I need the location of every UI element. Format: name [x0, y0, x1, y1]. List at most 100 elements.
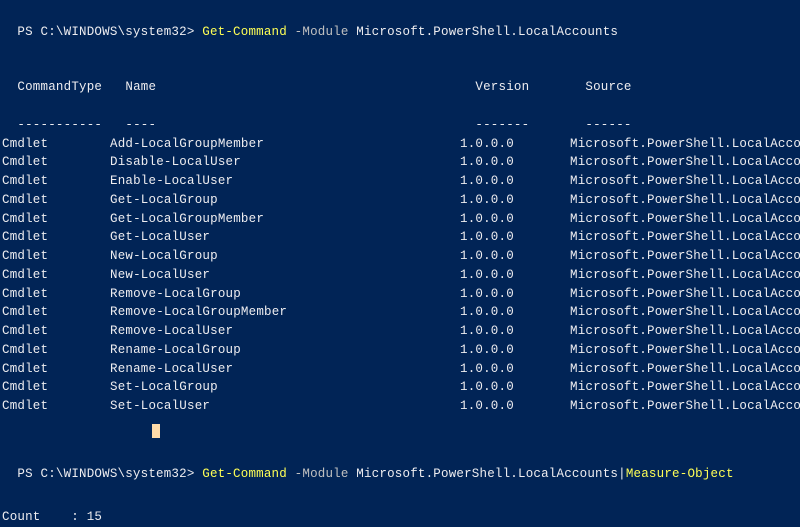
cell-version: 1.0.0.0: [460, 285, 570, 304]
cell-name: Add-LocalGroupMember: [110, 135, 460, 154]
table-row: CmdletRemove-LocalUser1.0.0.0Microsoft.P…: [2, 322, 798, 341]
prompt-path: PS C:\WINDOWS\system32>: [17, 25, 202, 39]
cell-commandtype: Cmdlet: [2, 360, 110, 379]
cell-version: 1.0.0.0: [460, 135, 570, 154]
cell-commandtype: Cmdlet: [2, 247, 110, 266]
cell-commandtype: Cmdlet: [2, 303, 110, 322]
cell-version: 1.0.0.0: [460, 322, 570, 341]
table-row: CmdletNew-LocalUser1.0.0.0Microsoft.Powe…: [2, 266, 798, 285]
table-row: CmdletSet-LocalUser1.0.0.0Microsoft.Powe…: [2, 397, 798, 416]
table-row: CmdletRemove-LocalGroupMember1.0.0.0Micr…: [2, 303, 798, 322]
cell-source: Microsoft.PowerShell.LocalAccounts: [570, 266, 800, 285]
cell-source: Microsoft.PowerShell.LocalAccounts: [570, 303, 800, 322]
table-row: CmdletGet-LocalGroupMember1.0.0.0Microso…: [2, 210, 798, 229]
cell-version: 1.0.0.0: [460, 378, 570, 397]
header-commandtype: CommandType: [17, 78, 125, 97]
cell-name: Get-LocalUser: [110, 228, 460, 247]
cell-commandtype: Cmdlet: [2, 191, 110, 210]
cell-source: Microsoft.PowerShell.LocalAccounts: [570, 191, 800, 210]
cell-commandtype: Cmdlet: [2, 210, 110, 229]
cell-commandtype: Cmdlet: [2, 397, 110, 416]
cell-name: Disable-LocalUser: [110, 153, 460, 172]
table-header-row: CommandTypeNameVersionSource: [2, 60, 798, 98]
cell-commandtype: Cmdlet: [2, 172, 110, 191]
header-source: Source: [585, 78, 631, 97]
cell-source: Microsoft.PowerShell.LocalAccounts: [570, 397, 800, 416]
cell-version: 1.0.0.0: [460, 266, 570, 285]
cell-source: Microsoft.PowerShell.LocalAccounts: [570, 247, 800, 266]
prompt-line-1[interactable]: PS C:\WINDOWS\system32> Get-Command -Mod…: [2, 4, 798, 42]
table-row: CmdletRemove-LocalGroup1.0.0.0Microsoft.…: [2, 285, 798, 304]
table-row: CmdletGet-LocalUser1.0.0.0Microsoft.Powe…: [2, 228, 798, 247]
cell-name: Set-LocalGroup: [110, 378, 460, 397]
cell-source: Microsoft.PowerShell.LocalAccounts: [570, 210, 800, 229]
cell-name: Remove-LocalGroupMember: [110, 303, 460, 322]
cmdlet-name: Get-Command: [202, 25, 287, 39]
cell-commandtype: Cmdlet: [2, 322, 110, 341]
param-flag: -Module: [287, 467, 356, 481]
cell-version: 1.0.0.0: [460, 172, 570, 191]
cell-source: Microsoft.PowerShell.LocalAccounts: [570, 228, 800, 247]
cell-version: 1.0.0.0: [460, 303, 570, 322]
table-row: CmdletRename-LocalGroup1.0.0.0Microsoft.…: [2, 341, 798, 360]
cell-source: Microsoft.PowerShell.LocalAccounts: [570, 153, 800, 172]
table-row: CmdletGet-LocalGroup1.0.0.0Microsoft.Pow…: [2, 191, 798, 210]
table-row: CmdletRename-LocalUser1.0.0.0Microsoft.P…: [2, 360, 798, 379]
cell-name: New-LocalGroup: [110, 247, 460, 266]
cell-source: Microsoft.PowerShell.LocalAccounts: [570, 285, 800, 304]
cell-source: Microsoft.PowerShell.LocalAccounts: [570, 378, 800, 397]
table-body: CmdletAdd-LocalGroupMember1.0.0.0Microso…: [2, 135, 798, 416]
prompt-line-2[interactable]: PS C:\WINDOWS\system32> Get-Command -Mod…: [2, 447, 798, 485]
output-count: Count : 15: [2, 508, 798, 527]
cursor-line: [2, 422, 798, 441]
table-row: CmdletDisable-LocalUser1.0.0.0Microsoft.…: [2, 153, 798, 172]
cell-commandtype: Cmdlet: [2, 341, 110, 360]
cell-name: Rename-LocalGroup: [110, 341, 460, 360]
dash-source: ------: [585, 116, 631, 135]
cell-source: Microsoft.PowerShell.LocalAccounts: [570, 135, 800, 154]
cell-version: 1.0.0.0: [460, 153, 570, 172]
cell-name: Get-LocalGroupMember: [110, 210, 460, 229]
table-row: CmdletSet-LocalGroup1.0.0.0Microsoft.Pow…: [2, 378, 798, 397]
cmdlet-name-2: Measure-Object: [626, 467, 734, 481]
header-name: Name: [125, 78, 475, 97]
cell-commandtype: Cmdlet: [2, 228, 110, 247]
cell-version: 1.0.0.0: [460, 191, 570, 210]
cell-commandtype: Cmdlet: [2, 266, 110, 285]
cell-commandtype: Cmdlet: [2, 153, 110, 172]
cell-version: 1.0.0.0: [460, 341, 570, 360]
cell-version: 1.0.0.0: [460, 210, 570, 229]
param-value: Microsoft.PowerShell.LocalAccounts: [356, 467, 618, 481]
cursor-icon: [152, 424, 160, 438]
cell-version: 1.0.0.0: [460, 360, 570, 379]
cell-source: Microsoft.PowerShell.LocalAccounts: [570, 341, 800, 360]
cell-name: Remove-LocalGroup: [110, 285, 460, 304]
param-flag: -Module: [287, 25, 356, 39]
cell-commandtype: Cmdlet: [2, 135, 110, 154]
cell-version: 1.0.0.0: [460, 247, 570, 266]
cell-name: Get-LocalGroup: [110, 191, 460, 210]
cell-source: Microsoft.PowerShell.LocalAccounts: [570, 172, 800, 191]
header-version: Version: [475, 78, 585, 97]
dash-commandtype: -----------: [17, 116, 125, 135]
pipe-separator: |: [618, 467, 626, 481]
prompt-path: PS C:\WINDOWS\system32>: [17, 467, 202, 481]
cell-version: 1.0.0.0: [460, 228, 570, 247]
cell-name: Rename-LocalUser: [110, 360, 460, 379]
cell-source: Microsoft.PowerShell.LocalAccounts: [570, 322, 800, 341]
table-row: CmdletNew-LocalGroup1.0.0.0Microsoft.Pow…: [2, 247, 798, 266]
cell-name: Remove-LocalUser: [110, 322, 460, 341]
dash-version: -------: [475, 116, 585, 135]
cell-commandtype: Cmdlet: [2, 285, 110, 304]
cell-version: 1.0.0.0: [460, 397, 570, 416]
table-row: CmdletAdd-LocalGroupMember1.0.0.0Microso…: [2, 135, 798, 154]
param-value: Microsoft.PowerShell.LocalAccounts: [356, 25, 618, 39]
cell-name: Set-LocalUser: [110, 397, 460, 416]
table-row: CmdletEnable-LocalUser1.0.0.0Microsoft.P…: [2, 172, 798, 191]
cell-source: Microsoft.PowerShell.LocalAccounts: [570, 360, 800, 379]
table-dash-row: ----------------------------: [2, 97, 798, 135]
cell-commandtype: Cmdlet: [2, 378, 110, 397]
dash-name: ----: [125, 116, 475, 135]
cmdlet-name: Get-Command: [202, 467, 287, 481]
cell-name: Enable-LocalUser: [110, 172, 460, 191]
